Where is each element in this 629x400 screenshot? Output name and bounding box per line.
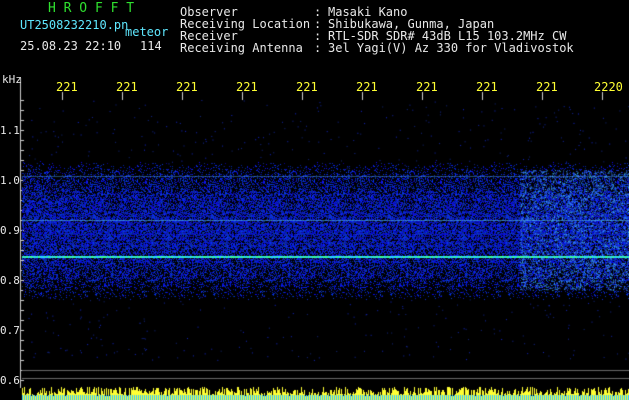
antenna-label: Receiving Antenna xyxy=(180,41,303,55)
antenna-colon: : xyxy=(314,41,322,55)
x-tick-label: 221 xyxy=(536,80,558,94)
y-tick-label: 1.1 xyxy=(0,124,20,137)
x-tick-label: 221 xyxy=(296,80,318,94)
hrofft-screen: H R O F F T UT2508232210.pn meteor 25.08… xyxy=(0,0,629,400)
file-name: UT2508232210.pn xyxy=(20,18,129,32)
x-tick-label: 221 xyxy=(416,80,438,94)
datetime: 25.08.23 22:10 xyxy=(20,39,122,53)
x-tick-label: 2220 xyxy=(594,80,623,94)
y-tick-label: 0.7 xyxy=(0,324,20,337)
x-tick-label: 221 xyxy=(176,80,198,94)
app-title: H R O F F T xyxy=(48,1,135,16)
y-tick-label: 0.9 xyxy=(0,224,20,237)
axis-unit-label: kHz xyxy=(2,73,22,86)
antenna-value: 3el Yagi(V) Az 330 for Vladivostok xyxy=(328,41,574,55)
y-tick-label: 0.6 xyxy=(0,374,20,387)
x-tick-label: 221 xyxy=(476,80,498,94)
x-tick-label: 221 xyxy=(356,80,378,94)
meteor-label: meteor xyxy=(125,25,169,39)
x-tick-label: 221 xyxy=(236,80,258,94)
meteor-count: 114 xyxy=(140,39,162,53)
spectrogram-canvas xyxy=(0,0,629,400)
x-tick-label: 221 xyxy=(56,80,78,94)
x-tick-label: 221 xyxy=(116,80,138,94)
y-tick-label: 0.8 xyxy=(0,274,20,287)
y-tick-label: 1.0 xyxy=(0,174,20,187)
